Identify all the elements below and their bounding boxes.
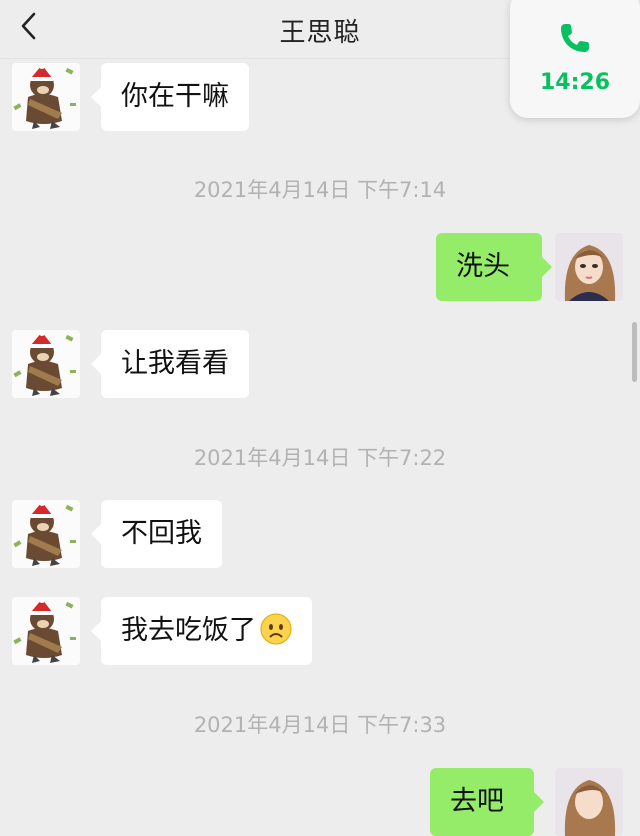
phone-icon: [561, 24, 589, 52]
message-timestamp: 2021年4月14日 下午7:33: [193, 713, 447, 737]
message-text: 让我看看: [121, 348, 229, 379]
contact-avatar[interactable]: [12, 330, 80, 398]
my-avatar[interactable]: [555, 768, 623, 836]
message-timestamp: 2021年4月14日 下午7:22: [193, 446, 447, 470]
contact-avatar[interactable]: [12, 597, 80, 665]
message-text: 我去吃饭了: [121, 615, 256, 646]
contact-avatar[interactable]: [12, 500, 80, 568]
incoming-message-bubble[interactable]: 让我看看: [91, 330, 249, 398]
outgoing-message-bubble[interactable]: 去吧: [430, 768, 544, 836]
bear-avatar-icon: [12, 500, 80, 568]
message-text: 去吧: [450, 786, 504, 817]
bear-avatar-icon: [12, 330, 80, 398]
frowning-face-icon: [260, 613, 292, 644]
ongoing-call-widget[interactable]: 14:26: [510, 0, 640, 118]
girl-avatar-icon: [555, 233, 623, 301]
message-text: 你在干嘛: [121, 81, 229, 112]
contact-avatar[interactable]: [12, 63, 80, 131]
outgoing-message-bubble[interactable]: 洗头: [436, 233, 552, 301]
incoming-message-bubble[interactable]: 你在干嘛: [91, 63, 249, 131]
incoming-message-bubble[interactable]: 我去吃饭了: [91, 597, 312, 665]
message-text: 洗头: [456, 251, 510, 282]
girl-avatar-icon: [555, 768, 623, 836]
call-duration: 14:26: [539, 70, 611, 95]
scrollbar[interactable]: [632, 322, 637, 382]
my-avatar[interactable]: [555, 233, 623, 301]
message-timestamp: 2021年4月14日 下午7:14: [193, 178, 447, 202]
message-text: 不回我: [121, 518, 202, 549]
bear-avatar-icon: [12, 597, 80, 665]
incoming-message-bubble[interactable]: 不回我: [91, 500, 222, 568]
bear-avatar-icon: [12, 63, 80, 131]
